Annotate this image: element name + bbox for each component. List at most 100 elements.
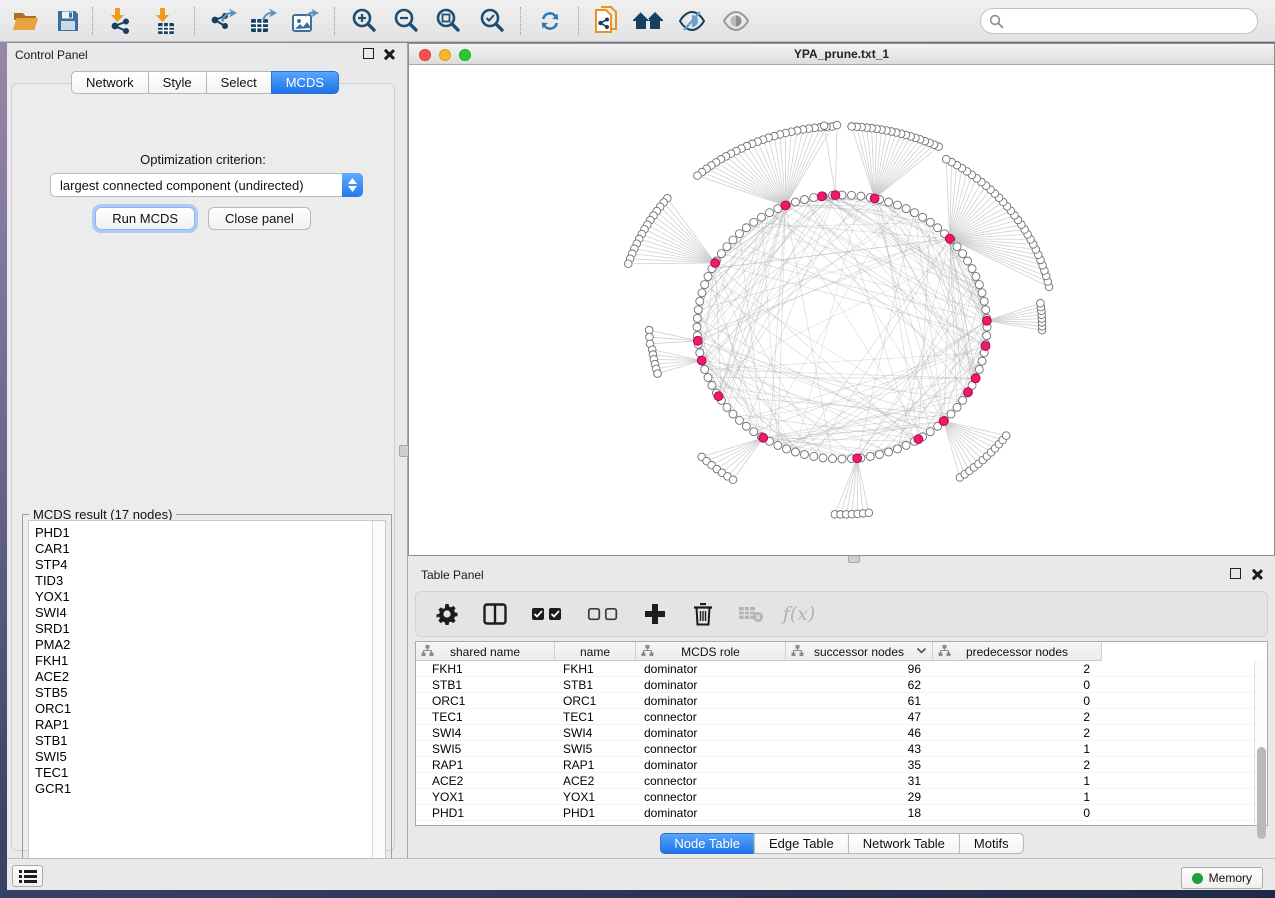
mcds-result-item[interactable]: FKH1	[35, 653, 71, 669]
tab-edge-table[interactable]: Edge Table	[754, 833, 848, 854]
cell-successor-nodes: 47	[786, 710, 933, 724]
mcds-result-item[interactable]: ACE2	[35, 669, 71, 685]
cell-MCDS-role: dominator	[636, 694, 786, 708]
table-scrollbar-thumb[interactable]	[1257, 747, 1266, 839]
mcds-result-item[interactable]: YOX1	[35, 589, 71, 605]
export-image-icon[interactable]	[288, 4, 324, 38]
delete-table-icon[interactable]	[738, 601, 764, 627]
mcds-result-item[interactable]: SRD1	[35, 621, 71, 637]
column-header-successor-nodes[interactable]: successor nodes	[786, 642, 933, 661]
cell-MCDS-role: connector	[636, 790, 786, 804]
open-folder-icon[interactable]	[8, 4, 44, 38]
select-all-icon[interactable]	[530, 601, 564, 627]
zoom-selected-icon[interactable]	[474, 4, 510, 38]
float-panel-icon[interactable]	[363, 48, 374, 59]
cell-shared-name: PHD1	[416, 806, 555, 820]
network-graph[interactable]	[409, 65, 1274, 555]
table-row[interactable]: RAP1RAP1dominator352	[416, 757, 1254, 773]
tab-motifs[interactable]: Motifs	[959, 833, 1024, 854]
network-canvas[interactable]	[409, 65, 1274, 555]
zoom-in-icon[interactable]	[346, 4, 382, 38]
cell-name: FKH1	[555, 662, 636, 676]
table-row[interactable]: TEC1TEC1connector472	[416, 709, 1254, 725]
float-table-panel-icon[interactable]	[1230, 568, 1241, 579]
zoom-out-icon[interactable]	[388, 4, 424, 38]
tab-node-table[interactable]: Node Table	[659, 833, 754, 854]
mcds-result-item[interactable]: STP4	[35, 557, 71, 573]
close-panel-icon[interactable]	[383, 48, 395, 60]
column-header-MCDS-role[interactable]: MCDS role	[636, 642, 786, 661]
import-table-icon[interactable]	[148, 4, 184, 38]
mcds-result-item[interactable]: RAP1	[35, 717, 71, 733]
mcds-result-item[interactable]: TEC1	[35, 765, 71, 781]
memory-button[interactable]: Memory	[1181, 867, 1263, 889]
search-field[interactable]	[980, 8, 1258, 34]
network-overview-icon[interactable]	[630, 4, 666, 38]
tab-style[interactable]: Style	[148, 71, 206, 94]
cell-successor-nodes: 61	[786, 694, 933, 708]
tab-network[interactable]: Network	[71, 71, 148, 94]
table-scrollbar[interactable]	[1254, 661, 1267, 825]
cell-predecessor-nodes: 2	[933, 726, 1102, 740]
cell-MCDS-role: connector	[636, 774, 786, 788]
mcds-result-list[interactable]: PHD1CAR1STP4TID3YOX1SWI4SRD1PMA2FKH1ACE2…	[28, 520, 386, 877]
hide-panels-icon[interactable]	[674, 4, 710, 38]
split-view-icon[interactable]	[482, 601, 508, 627]
save-icon[interactable]	[50, 4, 86, 38]
list-icon	[19, 869, 37, 883]
deselect-all-icon[interactable]	[586, 601, 620, 627]
export-network-icon[interactable]	[206, 4, 242, 38]
dropdown-stepper-icon	[342, 173, 363, 197]
column-header-shared-name[interactable]: shared name	[416, 642, 555, 661]
settings-gear-icon[interactable]	[434, 601, 460, 627]
optimization-criterion-select[interactable]: largest connected component (undirected)	[50, 173, 363, 197]
network-file-icon[interactable]	[588, 4, 624, 38]
mcds-result-item[interactable]: CAR1	[35, 541, 71, 557]
table-row[interactable]: FKH1FKH1dominator962	[416, 661, 1254, 677]
table-row[interactable]: SWI4SWI4dominator462	[416, 725, 1254, 741]
export-table-icon[interactable]	[246, 4, 282, 38]
function-icon[interactable]: f(x)	[786, 601, 812, 627]
mcds-result-item[interactable]: GCR1	[35, 781, 71, 797]
mcds-result-item[interactable]: SWI5	[35, 749, 71, 765]
tab-network-table[interactable]: Network Table	[848, 833, 959, 854]
mcds-result-item[interactable]: ORC1	[35, 701, 71, 717]
mcds-result-item[interactable]: PHD1	[35, 525, 71, 541]
search-input[interactable]	[1004, 14, 1257, 28]
table-row[interactable]: SWI5SWI5connector431	[416, 741, 1254, 757]
table-row[interactable]: YOX1YOX1connector291	[416, 789, 1254, 805]
show-panels-icon[interactable]	[718, 4, 754, 38]
tab-mcds[interactable]: MCDS	[271, 71, 339, 94]
cell-shared-name: SWI4	[416, 726, 555, 740]
run-mcds-button[interactable]: Run MCDS	[95, 207, 195, 230]
cell-MCDS-role: dominator	[636, 758, 786, 772]
mcds-list-scrollbar[interactable]	[372, 521, 385, 876]
column-header-predecessor-nodes[interactable]: predecessor nodes	[933, 642, 1102, 661]
cell-predecessor-nodes: 2	[933, 662, 1102, 676]
mcds-result-item[interactable]: TID3	[35, 573, 71, 589]
table-row[interactable]: STB1STB1dominator620	[416, 677, 1254, 693]
table-row[interactable]: PHD1PHD1dominator180	[416, 805, 1254, 821]
close-panel-button[interactable]: Close panel	[208, 207, 311, 230]
table-row[interactable]: ACE2ACE2connector311	[416, 773, 1254, 789]
control-panel: Control Panel Optimization criterion: la…	[7, 43, 403, 858]
mcds-result-item[interactable]: STB1	[35, 733, 71, 749]
cell-name: PHD1	[555, 806, 636, 820]
table-row[interactable]: ORC1ORC1dominator610	[416, 693, 1254, 709]
refresh-icon[interactable]	[532, 4, 568, 38]
cell-predecessor-nodes: 1	[933, 774, 1102, 788]
cell-name: RAP1	[555, 758, 636, 772]
mcds-result-item[interactable]: SWI4	[35, 605, 71, 621]
mcds-result-item[interactable]: PMA2	[35, 637, 71, 653]
task-history-button[interactable]	[12, 865, 43, 887]
close-table-panel-icon[interactable]	[1251, 568, 1263, 580]
column-header-name[interactable]: name	[555, 642, 636, 661]
import-network-icon[interactable]	[104, 4, 140, 38]
delete-icon[interactable]	[690, 601, 716, 627]
network-window-titlebar[interactable]: YPA_prune.txt_1	[409, 44, 1274, 65]
zoom-fit-icon[interactable]	[430, 4, 466, 38]
mcds-result-item[interactable]: STB5	[35, 685, 71, 701]
add-column-icon[interactable]	[642, 601, 668, 627]
table-header: shared namenameMCDS rolesuccessor nodesp…	[416, 642, 1102, 661]
tab-select[interactable]: Select	[206, 71, 271, 94]
